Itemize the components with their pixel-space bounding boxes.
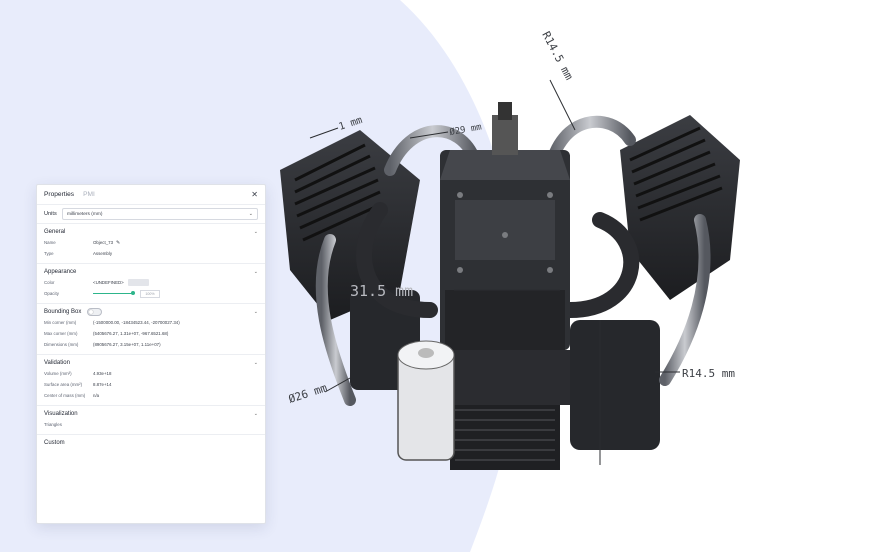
opacity-input[interactable]: 100% (140, 289, 160, 298)
chevron-down-icon[interactable]: ⌄ (254, 360, 258, 366)
property-row: Type Assembly (44, 248, 258, 259)
section-header[interactable]: Validation ⌄ (44, 358, 258, 368)
section-header[interactable]: General ⌄ (44, 227, 258, 237)
engine-model[interactable]: R14.5 mm 1 mm Ø29 mm 31.5 mm R14.5 mm Ø2… (270, 20, 790, 490)
section-header[interactable]: Visualization ⌄ (44, 409, 258, 419)
units-row: Units millimeters (mm) ⌄ (37, 205, 265, 224)
property-value: (-1500000.00, -18434523.44, -20700027.34… (93, 320, 180, 325)
property-row: Triangles (44, 419, 258, 430)
property-value: Assembly (93, 251, 113, 256)
property-label: Min corner (mm) (44, 320, 77, 325)
property-value: n/a (93, 393, 100, 398)
section-title: Visualization (44, 411, 78, 417)
property-label: Dimensions (mm) (44, 342, 79, 347)
property-row: Name Object_73 ✎ (44, 237, 258, 248)
section-validation: Validation ⌄ Volume (mm³) 4.93e+18 Surfa… (37, 355, 265, 406)
units-select[interactable]: millimeters (mm) ⌄ (62, 208, 258, 220)
color-swatch[interactable] (127, 279, 149, 286)
property-row: Opacity 100% (44, 288, 258, 299)
object-name: Object_73 (93, 240, 114, 245)
units-value: millimeters (mm) (67, 211, 103, 217)
dimension-label: R14.5 mm (682, 367, 735, 380)
section-header[interactable]: Custom (44, 438, 258, 448)
property-value: <UNDEFINED> (93, 279, 149, 286)
dimension-label: Ø29 mm (449, 121, 483, 137)
section-title: Validation (44, 360, 70, 366)
tab-pmi[interactable]: PMI (83, 191, 95, 198)
slider-thumb[interactable] (130, 291, 135, 295)
property-row: Dimensions (mm) (8905676.27, 3.15e+07, 1… (44, 339, 258, 350)
dimension-label: 31.5 mm (350, 282, 413, 300)
chevron-down-icon[interactable]: ⌄ (254, 309, 258, 315)
property-label: Opacity (44, 291, 59, 296)
section-title: Bounding Box (44, 309, 82, 315)
chevron-down-icon[interactable]: ⌄ (254, 411, 258, 417)
right-cylinder (570, 115, 740, 450)
section-title: General (44, 229, 66, 235)
chevron-down-icon[interactable]: ⌄ (254, 269, 258, 275)
property-label: Color (44, 280, 55, 285)
property-row: Center of mass (mm) n/a (44, 390, 258, 401)
properties-panel: Properties PMI ✕ Units millimeters (mm) … (36, 184, 266, 524)
units-label: Units (44, 211, 57, 217)
engine-block (440, 102, 570, 470)
dimension-label: Ø26 mm (287, 381, 329, 406)
section-header[interactable]: Bounding Box ⌄ (44, 307, 258, 317)
model-viewport[interactable]: R14.5 mm 1 mm Ø29 mm 31.5 mm R14.5 mm Ø2… (270, 20, 790, 490)
property-value: (8905676.27, 3.15e+07, 1.11e+07) (93, 342, 161, 347)
tab-properties[interactable]: Properties (44, 191, 74, 198)
property-label: Max corner (mm) (44, 331, 78, 336)
property-label: Volume (mm³) (44, 371, 72, 376)
property-value: 100% (93, 289, 160, 298)
edit-icon[interactable]: ✎ (116, 240, 120, 246)
bounding-box-toggle[interactable] (87, 308, 103, 316)
section-general: General ⌄ Name Object_73 ✎ Type Assembly (37, 224, 265, 264)
property-label: Triangles (44, 422, 62, 427)
property-row: Surface area (mm²) 8.87e+14 (44, 379, 258, 390)
section-custom: Custom (37, 435, 265, 452)
property-row: Volume (mm³) 4.93e+18 (44, 368, 258, 379)
section-title: Appearance (44, 269, 77, 275)
property-row: Max corner (mm) (5405676.27, 1.31e+07, -… (44, 328, 258, 339)
color-value: <UNDEFINED> (93, 280, 124, 285)
section-visualization: Visualization ⌄ Triangles (37, 406, 265, 435)
section-bounding-box: Bounding Box ⌄ Min corner (mm) (-1500000… (37, 304, 265, 355)
property-label: Type (44, 251, 54, 256)
property-label: Center of mass (mm) (44, 393, 86, 398)
property-value: (5405676.27, 1.31e+07, -967.6521.68) (93, 331, 169, 336)
property-value: Object_73 ✎ (93, 240, 120, 246)
opacity-slider[interactable] (93, 290, 135, 297)
section-title: Custom (44, 440, 65, 446)
property-label: Name (44, 240, 56, 245)
oil-filter (397, 340, 455, 461)
property-label: Surface area (mm²) (44, 382, 83, 387)
chevron-down-icon: ⌄ (248, 211, 253, 217)
close-icon[interactable]: ✕ (251, 190, 258, 199)
property-row: Min corner (mm) (-1500000.00, -18434523.… (44, 317, 258, 328)
chevron-down-icon[interactable]: ⌄ (254, 229, 258, 235)
slider-fill (93, 293, 133, 294)
property-value: 4.93e+18 (93, 371, 112, 376)
panel-header: Properties PMI ✕ (37, 185, 265, 205)
section-appearance: Appearance ⌄ Color <UNDEFINED> Opacity 1… (37, 264, 265, 304)
property-row: Color <UNDEFINED> (44, 277, 258, 288)
section-header[interactable]: Appearance ⌄ (44, 267, 258, 277)
dimension-label: R14.5 mm (539, 29, 576, 82)
property-value: 8.87e+14 (93, 382, 112, 387)
